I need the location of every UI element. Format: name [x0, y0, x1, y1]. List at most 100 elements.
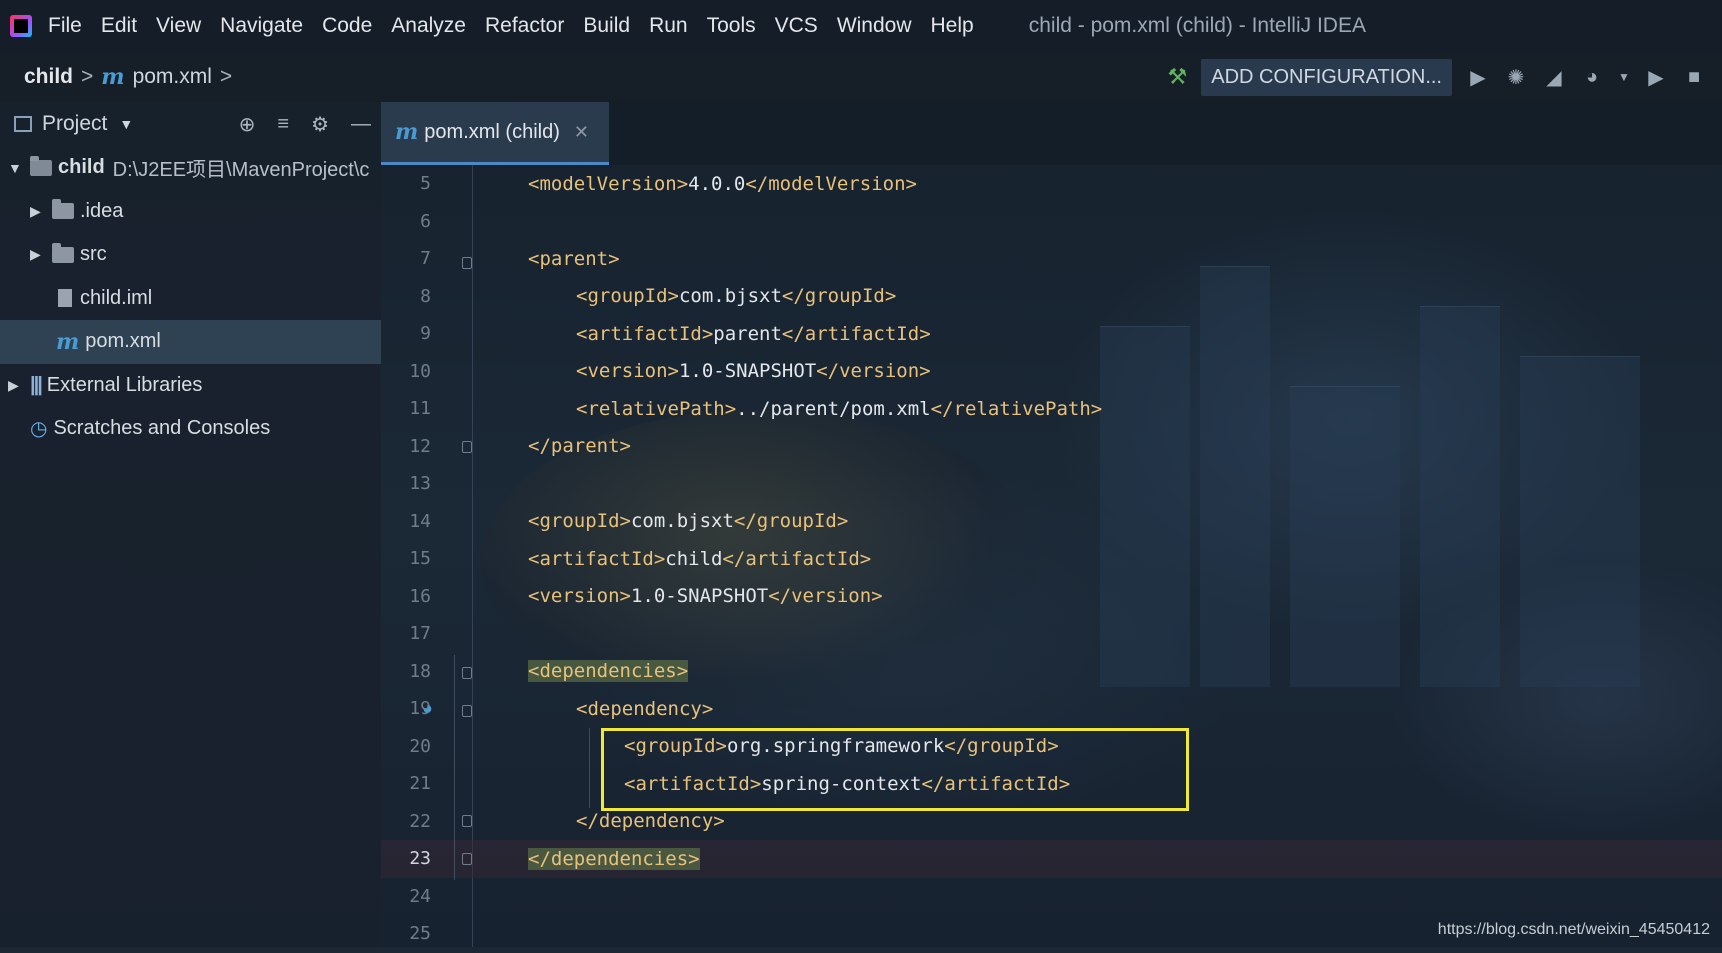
code-text: <parent>	[528, 247, 620, 270]
code-line[interactable]: 24	[381, 878, 1722, 916]
maven-file-icon: m	[56, 328, 80, 355]
menu-view[interactable]: View	[156, 14, 201, 38]
fold-marker-icon[interactable]	[462, 257, 472, 269]
fold-marker-icon[interactable]	[462, 441, 472, 453]
menu-build[interactable]: Build	[583, 14, 630, 38]
code-line[interactable]: 9 <artifactId>parent</artifactId>	[381, 315, 1722, 353]
menu-vcs[interactable]: VCS	[775, 14, 818, 38]
tree-item-label: src	[80, 243, 107, 266]
line-number: 23	[409, 848, 431, 870]
fold-marker-icon[interactable]	[462, 705, 472, 717]
collapse-arrow-icon[interactable]: ▶	[30, 203, 44, 220]
code-line[interactable]: 7 <parent>	[381, 240, 1722, 278]
code-line[interactable]: 14 <groupId>com.bjsxt</groupId>	[381, 503, 1722, 541]
code-line[interactable]: 11 <relativePath>../parent/pom.xml</relat…	[381, 390, 1722, 428]
hide-panel-icon[interactable]: —	[351, 113, 371, 136]
intellij-logo-icon	[10, 15, 32, 37]
menu-code[interactable]: Code	[322, 14, 372, 38]
line-number: 10	[409, 360, 431, 382]
code-text: </parent>	[528, 435, 631, 458]
code-line[interactable]: 19 <dependency>	[381, 690, 1722, 728]
code-line[interactable]: 17	[381, 615, 1722, 653]
coverage-icon[interactable]: ◢	[1542, 65, 1566, 89]
maven-file-icon: m	[395, 119, 419, 145]
line-number: 16	[409, 585, 431, 607]
tree-item-label: pom.xml	[85, 330, 161, 353]
code-line[interactable]: 18 <dependencies>	[381, 653, 1722, 691]
code-text: <modelVersion>4.0.0</modelVersion>	[528, 172, 917, 195]
maven-file-icon: m	[101, 64, 125, 90]
tree-item-idea[interactable]: ▶ .idea	[0, 190, 381, 234]
project-view-selector[interactable]: Project	[42, 112, 107, 136]
code-editor[interactable]: 5 <modelVersion>4.0.0</modelVersion> 6 7 <pa…	[381, 165, 1722, 947]
chevron-down-icon[interactable]: ▼	[119, 116, 133, 132]
line-number: 25	[409, 923, 431, 945]
line-number: 9	[420, 323, 431, 345]
library-icon: |||	[30, 373, 43, 396]
annotation-highlight-box	[601, 728, 1189, 811]
tree-item-label: .idea	[80, 199, 124, 222]
expand-arrow-icon[interactable]: ▼	[8, 160, 22, 176]
menu-help[interactable]: Help	[931, 14, 974, 38]
code-text: <dependency>	[576, 697, 714, 720]
tree-item-external-libraries[interactable]: ▶ ||| External Libraries	[0, 364, 381, 408]
tree-item-src[interactable]: ▶ src	[0, 233, 381, 277]
tree-item-child-iml[interactable]: child.iml	[0, 277, 381, 321]
profile-icon[interactable]: ◕	[1580, 65, 1604, 89]
code-line[interactable]: 12 </parent>	[381, 428, 1722, 466]
code-line[interactable]: 6	[381, 203, 1722, 241]
code-line[interactable]: 5 <modelVersion>4.0.0</modelVersion>	[381, 165, 1722, 203]
tab-pom-xml-child[interactable]: m pom.xml (child) ✕	[381, 102, 609, 165]
code-text: <dependencies>	[528, 660, 689, 683]
fold-marker-icon[interactable]	[462, 815, 472, 827]
code-line[interactable]: 23 </dependencies>	[381, 840, 1722, 878]
code-text: <relativePath>../parent/pom.xml</relativ…	[576, 397, 1103, 420]
code-text: <artifactId>parent</artifactId>	[576, 322, 931, 345]
breadcrumb-project[interactable]: child	[24, 65, 73, 89]
menu-tools[interactable]: Tools	[707, 14, 756, 38]
chevron-down-icon[interactable]: ▼	[1618, 65, 1630, 89]
dependency-navigate-icon[interactable]: ◕	[422, 698, 433, 719]
scratches-clock-icon: ◷	[30, 418, 48, 441]
gear-icon[interactable]: ⚙	[311, 112, 329, 137]
breadcrumb: child > m pom.xml >	[24, 64, 232, 90]
menu-file[interactable]: File	[48, 14, 82, 38]
build-hammer-icon[interactable]: ⚒	[1168, 64, 1188, 90]
code-line[interactable]: 16 <version>1.0-SNAPSHOT</version>	[381, 578, 1722, 616]
menu-edit[interactable]: Edit	[101, 14, 137, 38]
menu-run[interactable]: Run	[649, 14, 688, 38]
module-path: D:\J2EE项目\MavenProject\c	[112, 159, 370, 182]
module-folder-icon	[30, 155, 52, 176]
tree-item-child-module[interactable]: ▼ child D:\J2EE项目\MavenProject\c	[0, 146, 381, 190]
code-text: <version>1.0-SNAPSHOT</version>	[528, 585, 883, 608]
debug-bug-icon[interactable]: ✺	[1504, 65, 1528, 89]
tree-item-label: External Libraries	[46, 373, 203, 396]
line-number: 20	[409, 735, 431, 757]
breadcrumb-file[interactable]: pom.xml	[133, 65, 212, 89]
fold-marker-icon[interactable]	[462, 853, 472, 865]
menu-refactor[interactable]: Refactor	[485, 14, 564, 38]
add-configuration-button[interactable]: ADD CONFIGURATION...	[1201, 58, 1452, 96]
menu-navigate[interactable]: Navigate	[220, 14, 303, 38]
close-icon[interactable]: ✕	[574, 122, 589, 143]
fold-marker-icon[interactable]	[462, 667, 472, 679]
tree-item-pom-xml[interactable]: m pom.xml	[0, 320, 381, 364]
run-icon[interactable]: ▶	[1466, 65, 1490, 89]
code-line[interactable]: 8 <groupId>com.bjsxt</groupId>	[381, 278, 1722, 316]
collapse-all-icon[interactable]: ≡	[277, 113, 289, 136]
menu-window[interactable]: Window	[837, 14, 912, 38]
menu-bar: File Edit View Navigate Code Analyze Ref…	[0, 0, 1722, 52]
locate-file-icon[interactable]: ⊕	[239, 112, 256, 137]
code-line[interactable]: 10 <version>1.0-SNAPSHOT</version>	[381, 353, 1722, 391]
rerun-icon[interactable]: ▶	[1644, 65, 1668, 89]
menu-analyze[interactable]: Analyze	[391, 14, 466, 38]
code-line[interactable]: 13	[381, 465, 1722, 503]
tree-item-scratches[interactable]: ◷ Scratches and Consoles	[0, 407, 381, 451]
code-line[interactable]: 15 <artifactId>child</artifactId>	[381, 540, 1722, 578]
collapse-arrow-icon[interactable]: ▶	[8, 377, 22, 394]
line-number: 7	[420, 248, 431, 270]
stop-icon[interactable]: ■	[1682, 65, 1706, 89]
collapse-arrow-icon[interactable]: ▶	[30, 246, 44, 263]
line-number: 5	[420, 173, 431, 195]
tree-item-label: child	[58, 156, 105, 179]
